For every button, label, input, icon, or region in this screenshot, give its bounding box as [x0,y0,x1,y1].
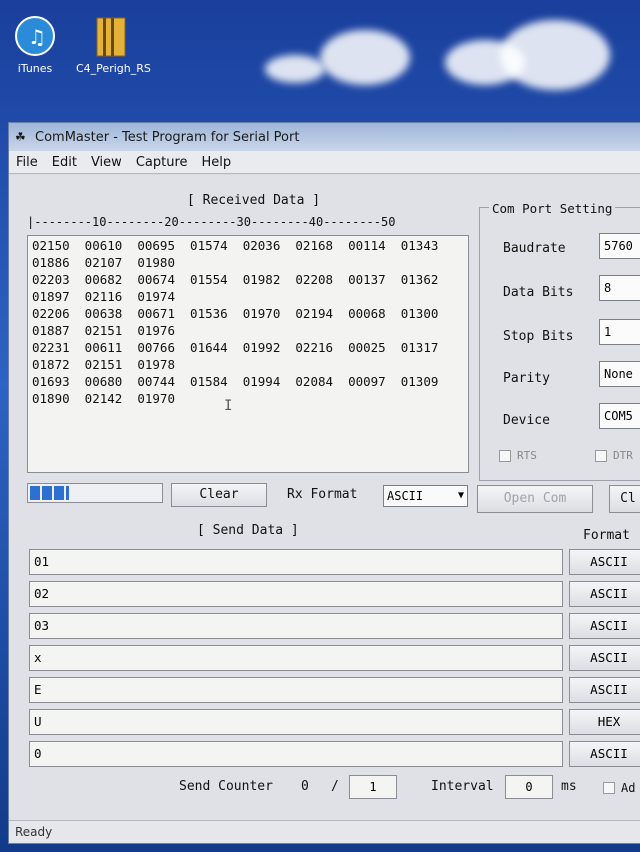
status-text: Ready [15,825,53,839]
received-line: 01897 02116 01974 [32,289,175,304]
menu-view[interactable]: View [84,155,129,170]
received-line: 01887 02151 01976 [32,323,175,338]
format-button-7[interactable]: ASCII [569,741,640,767]
clear-button[interactable]: Clear [171,483,267,507]
desktop-icon-label: iTunes [17,62,53,75]
format-button-3[interactable]: ASCII [569,613,640,639]
app-icon: ☘ [15,130,26,144]
send-data-field-1[interactable]: 01 [29,549,563,575]
send-data-field-4[interactable]: x [29,645,563,671]
send-data-field-6[interactable]: U [29,709,563,735]
dtr-label: DTR [613,449,633,462]
auto-label: Ad [621,781,636,795]
received-line: 01693 00680 00744 01584 01994 02084 0009… [32,374,439,389]
send-data-field-3[interactable]: 03 [29,613,563,639]
receive-progress-bar [27,483,163,503]
stop-bits-label: Stop Bits [503,329,574,344]
desktop-icon-label: C4_Perigh_RS [76,62,151,75]
checkbox-icon [603,782,615,794]
data-bits-label: Data Bits [503,285,574,300]
menu-help[interactable]: Help [195,155,239,170]
menu-file[interactable]: File [9,155,45,170]
received-data-title: [ Received Data ] [187,193,321,208]
title-bar[interactable]: ☘ ComMaster - Test Program for Serial Po… [9,123,640,151]
send-counter-label: Send Counter [179,779,273,794]
send-counter-current: 0 [301,779,309,794]
main-panel: [ Received Data ] |--------10--------20-… [9,175,640,843]
window-title: ComMaster - Test Program for Serial Port [35,129,300,145]
send-data-field-5[interactable]: E [29,677,563,703]
itunes-icon: ♫ [15,14,55,58]
send-data-field-7[interactable]: 0 [29,741,563,767]
auto-checkbox[interactable]: Ad [603,781,635,795]
open-com-button[interactable]: Open Com [477,485,593,513]
format-button-1[interactable]: ASCII [569,549,640,575]
data-bits-field[interactable]: 8 [599,275,640,301]
folder-icon [91,14,131,58]
rx-format-value: ASCII [387,489,424,503]
device-label: Device [503,413,550,428]
received-data-area[interactable]: 02150 00610 00695 01574 02036 02168 0011… [27,235,469,473]
menu-capture[interactable]: Capture [129,155,195,170]
send-data-field-2[interactable]: 02 [29,581,563,607]
received-line: 02150 00610 00695 01574 02036 02168 0011… [32,238,439,253]
baudrate-label: Baudrate [503,241,566,256]
checkbox-icon [595,449,607,462]
parity-field[interactable]: None [599,361,640,387]
dtr-checkbox[interactable]: DTR [595,449,633,462]
progress-fill [30,486,69,500]
text-cursor-icon: I [224,398,233,414]
received-line: 01890 02142 01970 [32,391,175,406]
format-button-6[interactable]: HEX [569,709,640,735]
menu-edit[interactable]: Edit [45,155,84,170]
rx-format-select[interactable]: ASCII ▼ [383,485,468,507]
status-bar: Ready [9,820,640,843]
baudrate-field[interactable]: 5760 [599,233,640,259]
interval-label: Interval [431,779,494,794]
device-field[interactable]: COM5 [599,403,640,429]
received-line: 02206 00638 00671 01536 01970 02194 0006… [32,306,439,321]
format-button-5[interactable]: ASCII [569,677,640,703]
com-port-settings-title: Com Port Setting [489,201,616,216]
desktop-icon-itunes[interactable]: ♫ iTunes [0,14,70,75]
menu-bar: File Edit View Capture Help [9,151,640,174]
send-data-title: [ Send Data ] [197,523,299,538]
received-line: 02203 00682 00674 01554 01982 02208 0013… [32,272,439,287]
rts-checkbox[interactable]: RTS [499,449,537,462]
commaster-window: ☘ ComMaster - Test Program for Serial Po… [8,122,640,844]
received-line: 01872 02151 01978 [32,357,175,372]
received-line: 01886 02107 01980 [32,255,175,270]
desktop-icon-folder[interactable]: C4_Perigh_RS [76,14,151,75]
format-title: Format [583,528,630,543]
interval-unit: ms [561,779,577,794]
stop-bits-field[interactable]: 1 [599,319,640,345]
dropdown-arrow-icon: ▼ [457,490,464,501]
parity-label: Parity [503,371,550,386]
format-button-4[interactable]: ASCII [569,645,640,671]
svg-text:♫: ♫ [28,25,46,49]
checkbox-icon [499,449,511,462]
rx-format-label: Rx Format [287,487,358,502]
close-com-button[interactable]: Cl [609,485,640,513]
column-ruler: |--------10--------20--------30--------4… [27,215,396,229]
received-line: 02231 00611 00766 01644 01992 02216 0002… [32,340,439,355]
send-counter-total[interactable]: 1 [349,775,397,799]
format-button-2[interactable]: ASCII [569,581,640,607]
interval-field[interactable]: 0 [505,775,553,799]
rts-label: RTS [517,449,537,462]
send-counter-separator: / [331,779,339,794]
